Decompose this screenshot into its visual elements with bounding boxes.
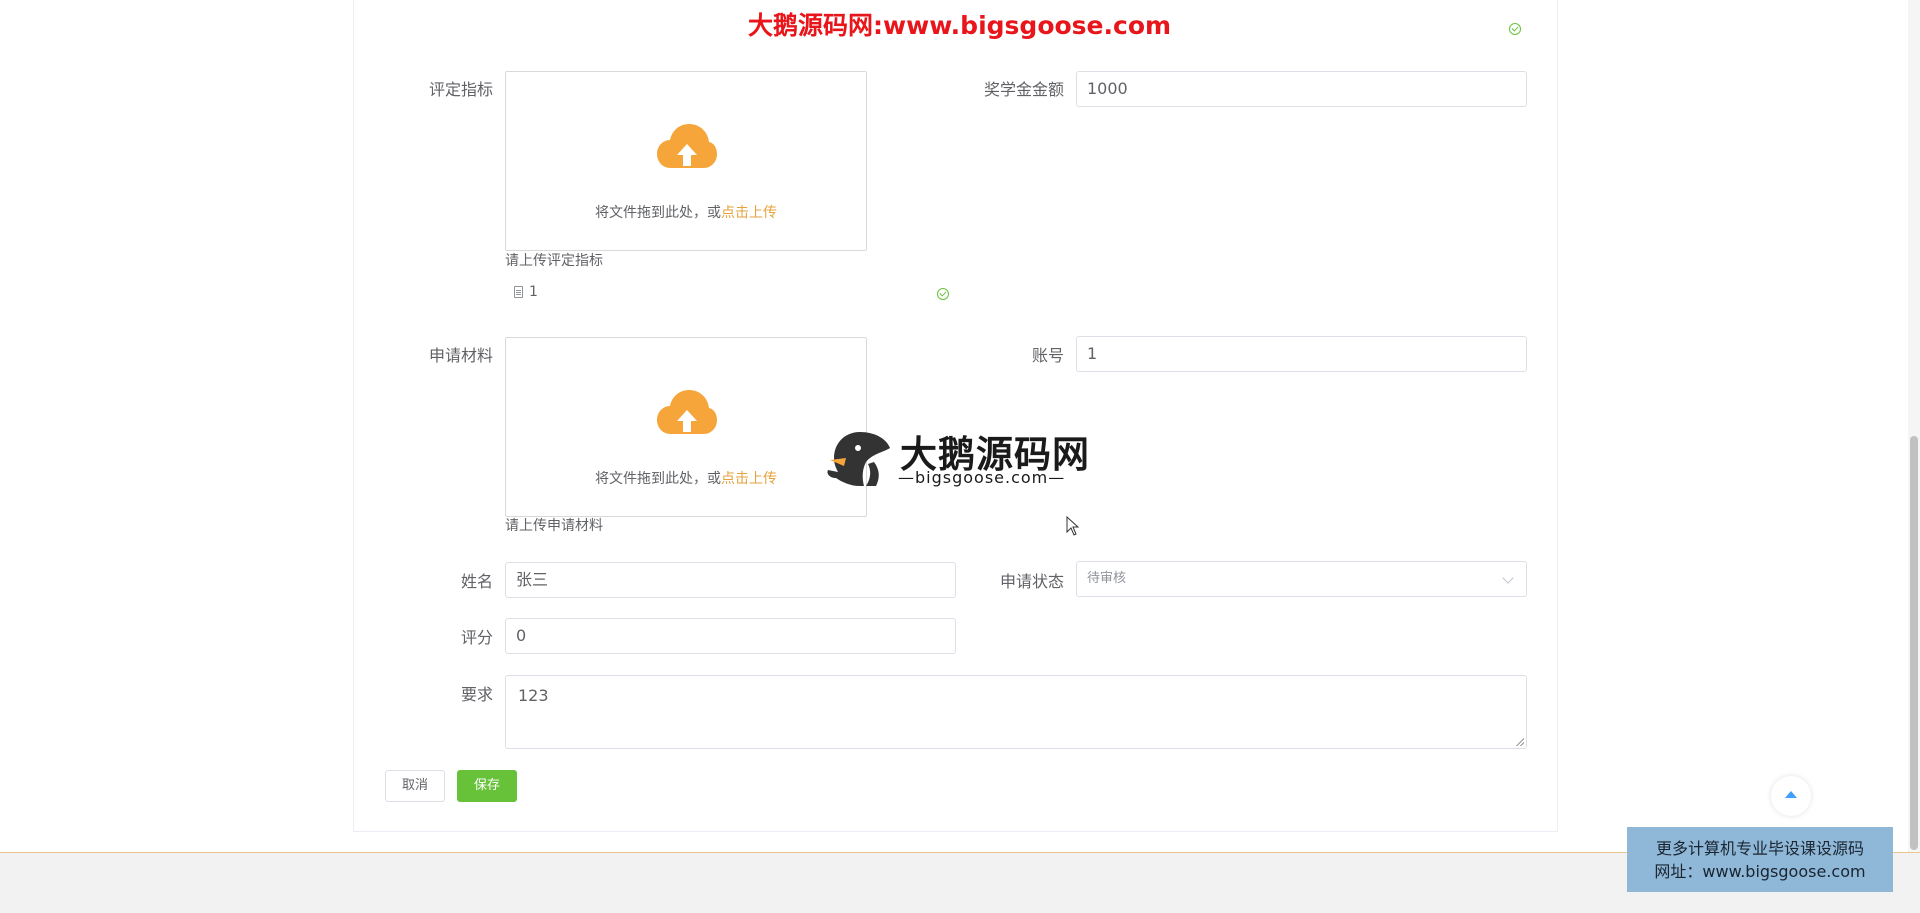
watermark-logo: 大鹅源码网 —bigsgoose.com— (824, 424, 1100, 492)
criteria-label: 评定指标 (428, 80, 493, 99)
name-input[interactable]: 张三 (505, 562, 956, 598)
application-status-select[interactable]: 待审核 (1076, 561, 1527, 597)
upload-hint-text: 将文件拖到此处，或 (595, 205, 721, 221)
application-material-label: 申请材料 (428, 346, 493, 365)
vertical-scrollbar[interactable] (1908, 0, 1920, 852)
promo-banner: 更多计算机专业毕设课设源码 网址：www.bigsgoose.com (1627, 827, 1893, 892)
criteria-upload-dropzone[interactable]: 将文件拖到此处，或点击上传 (505, 71, 867, 251)
scholarship-amount-label: 奖学金金额 (983, 80, 1064, 99)
upload-cloud-icon (657, 124, 717, 168)
promo-line-1: 更多计算机专业毕设课设源码 (1655, 839, 1864, 858)
account-input[interactable]: 1 (1076, 336, 1527, 372)
cursor-arrow-icon (1066, 516, 1080, 536)
uploaded-file-name: 1 (529, 284, 538, 300)
cancel-button[interactable]: 取消 (385, 770, 445, 802)
upload-cloud-icon (657, 390, 717, 434)
application-status-label: 申请状态 (999, 572, 1064, 591)
logo-sub-text: —bigsgoose.com— (898, 468, 1066, 487)
save-button[interactable]: 保存 (457, 770, 517, 802)
requirement-label: 要求 (460, 685, 493, 704)
chevron-down-icon (1502, 572, 1514, 584)
resize-handle[interactable] (1516, 738, 1524, 746)
click-upload-link[interactable]: 点击上传 (721, 471, 777, 487)
goose-logo-icon (827, 432, 890, 486)
requirement-textarea[interactable]: 123 (505, 675, 1527, 749)
score-label: 评分 (460, 628, 493, 647)
upload-hint: 将文件拖到此处，或点击上传 (506, 202, 866, 222)
uploaded-file-item[interactable]: 1 (514, 284, 538, 300)
success-circle-icon (937, 288, 949, 300)
material-upload-dropzone[interactable]: 将文件拖到此处，或点击上传 (505, 337, 867, 517)
requirement-text: 123 (518, 686, 549, 705)
upload-hint-text: 将文件拖到此处，或 (595, 471, 721, 487)
success-circle-icon (1509, 23, 1521, 35)
application-status-value: 待审核 (1087, 571, 1127, 586)
material-upload-tip: 请上传申请材料 (505, 518, 603, 534)
criteria-upload-tip: 请上传评定指标 (505, 253, 603, 269)
back-to-top-button[interactable] (1771, 776, 1811, 816)
scholarship-amount-input[interactable]: 1000 (1076, 71, 1527, 107)
account-label: 账号 (1031, 346, 1064, 365)
promo-line-2: 网址：www.bigsgoose.com (1654, 862, 1866, 881)
name-label: 姓名 (460, 572, 493, 591)
click-upload-link[interactable]: 点击上传 (721, 205, 777, 221)
scrollbar-thumb[interactable] (1910, 436, 1918, 850)
document-icon (514, 286, 523, 298)
score-input[interactable]: 0 (505, 618, 956, 654)
upload-hint: 将文件拖到此处，或点击上传 (506, 468, 866, 488)
watermark-banner: 大鹅源码网:www.bigsgoose.com (748, 11, 1172, 40)
